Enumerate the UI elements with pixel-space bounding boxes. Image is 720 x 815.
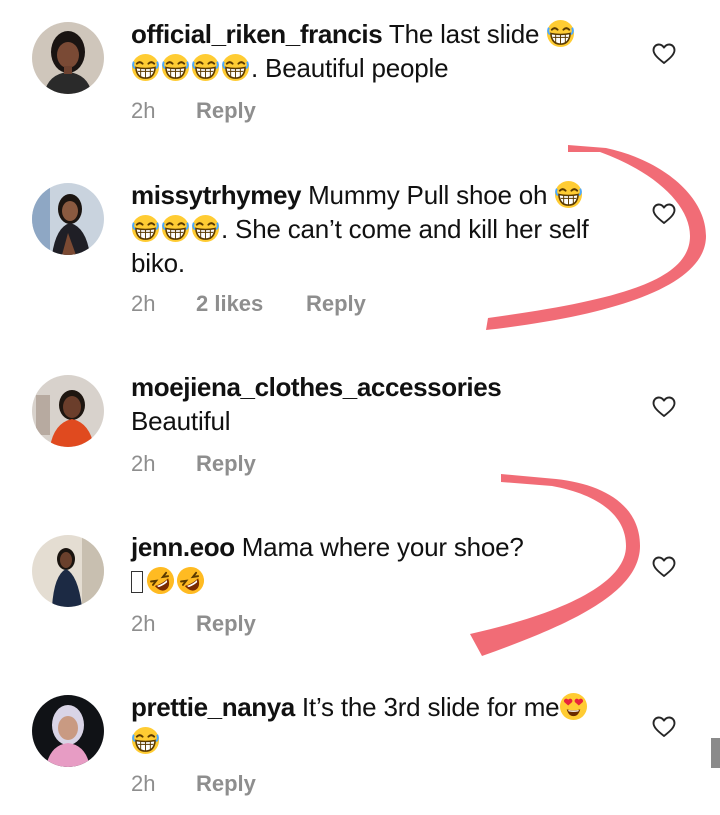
username[interactable]: official_riken_francis xyxy=(131,19,383,49)
username[interactable]: prettie_nanya xyxy=(131,692,295,722)
comment-text: missytrhymey Mummy Pull shoe oh . She ca… xyxy=(131,178,631,280)
heart-outline-icon[interactable] xyxy=(652,203,676,225)
rofl-emoji-icon xyxy=(146,566,175,595)
username[interactable]: moejiena_clothes_accessories xyxy=(131,372,502,402)
heart-outline-icon[interactable] xyxy=(652,396,676,418)
reply-button[interactable]: Reply xyxy=(196,451,256,477)
comment-meta: 2h 2 likes Reply xyxy=(131,291,366,317)
comment-text-part: . Beautiful people xyxy=(251,53,449,83)
avatar[interactable] xyxy=(32,535,104,607)
timestamp: 2h xyxy=(131,611,156,636)
heart-eyes-emoji-icon xyxy=(559,692,588,721)
comment-meta: 2h Reply xyxy=(131,451,256,477)
comment-meta: 2h Reply xyxy=(131,611,256,637)
heart-outline-icon[interactable] xyxy=(652,716,676,738)
heart-outline-icon[interactable] xyxy=(652,556,676,578)
likes-count[interactable]: 2 likes xyxy=(196,291,306,317)
comment-text: official_riken_francis The last slide . … xyxy=(131,17,631,85)
laughing-emoji-icon xyxy=(131,53,160,82)
comment-text-part: It’s the 3rd slide for me xyxy=(294,692,560,722)
comment-text: moejiena_clothes_accessories Beautiful xyxy=(131,370,631,438)
timestamp: 2h xyxy=(131,451,156,476)
comment-meta: 2h Reply xyxy=(131,771,256,797)
comment-text-part: Mummy Pull shoe oh xyxy=(301,180,555,210)
scrollbar-thumb[interactable] xyxy=(711,738,720,768)
laughing-emoji-icon xyxy=(161,214,190,243)
laughing-emoji-icon xyxy=(191,214,220,243)
laughing-emoji-icon xyxy=(131,214,160,243)
timestamp: 2h xyxy=(131,291,156,316)
reply-button[interactable]: Reply xyxy=(196,611,256,637)
avatar[interactable] xyxy=(32,375,104,447)
timestamp: 2h xyxy=(131,98,156,123)
reply-button[interactable]: Reply xyxy=(196,771,256,797)
laughing-emoji-icon xyxy=(546,19,575,48)
comment-text: prettie_nanya It’s the 3rd slide for me xyxy=(131,690,631,758)
reply-button[interactable]: Reply xyxy=(306,291,366,317)
laughing-emoji-icon xyxy=(554,180,583,209)
laughing-emoji-icon xyxy=(161,53,190,82)
comment-text-part: Beautiful xyxy=(131,406,231,436)
comment-text-part: Mama where your shoe? xyxy=(234,532,524,562)
comment-text: jenn.eoo Mama where your shoe? xyxy=(131,530,631,598)
missing-glyph-icon xyxy=(131,571,143,593)
timestamp: 2h xyxy=(131,771,156,796)
avatar[interactable] xyxy=(32,22,104,94)
avatar[interactable] xyxy=(32,183,104,255)
laughing-emoji-icon xyxy=(191,53,220,82)
laughing-emoji-icon xyxy=(221,53,250,82)
username[interactable]: jenn.eoo xyxy=(131,532,235,562)
reply-button[interactable]: Reply xyxy=(196,98,256,124)
avatar[interactable] xyxy=(32,695,104,767)
rofl-emoji-icon xyxy=(176,566,205,595)
comment-meta: 2h Reply xyxy=(131,98,256,124)
comment-text-part: The last slide xyxy=(382,19,547,49)
heart-outline-icon[interactable] xyxy=(652,43,676,65)
username[interactable]: missytrhymey xyxy=(131,180,301,210)
laughing-emoji-icon xyxy=(131,726,160,755)
